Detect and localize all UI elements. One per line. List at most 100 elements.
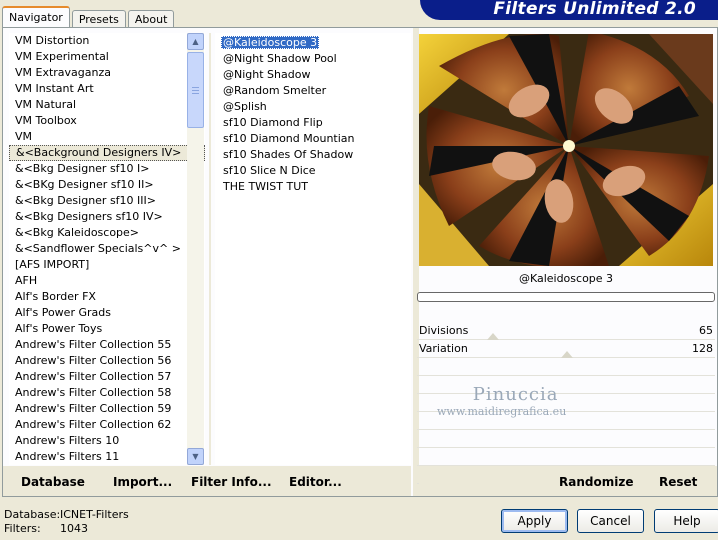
effect-item-label: THE TWIST TUT <box>223 180 308 193</box>
category-item[interactable]: VM <box>9 129 205 145</box>
param-label: Divisions <box>419 324 469 337</box>
category-item[interactable]: VM Toolbox <box>9 113 205 129</box>
param-empty <box>417 448 715 466</box>
effect-item-label: @Kaleidoscope 3 <box>221 36 320 49</box>
effect-item-label: sf10 Diamond Flip <box>223 116 323 129</box>
randomize-button[interactable]: Randomize <box>559 475 633 489</box>
effect-item[interactable]: sf10 Slice N Dice <box>215 163 411 179</box>
watermark: Pinuccia www.maidiregrafica.eu <box>437 384 566 418</box>
watermark-title: Pinuccia <box>472 384 559 405</box>
tab-bar: Navigator Presets About <box>2 6 176 28</box>
category-item[interactable]: Alf's Power Toys <box>9 321 205 337</box>
category-item[interactable]: Andrew's Filter Collection 58 <box>9 385 205 401</box>
cancel-button[interactable]: Cancel <box>577 509 644 533</box>
category-scrollbar[interactable]: ▲ ▼ <box>187 33 204 465</box>
app-title: Filters Unlimited 2.0 <box>493 0 696 19</box>
effect-item-label: sf10 Shades Of Shadow <box>223 148 354 161</box>
param-value: 128 <box>692 342 713 355</box>
effect-item-label: sf10 Slice N Dice <box>223 164 316 177</box>
effect-item[interactable]: @Kaleidoscope 3 <box>215 35 411 51</box>
category-item[interactable]: Alf's Border FX <box>9 289 205 305</box>
reset-button[interactable]: Reset <box>659 475 697 489</box>
category-item[interactable]: Andrew's Filters 11 <box>9 449 205 465</box>
category-item[interactable]: &<Sandflower Specials^v^ > <box>9 241 205 257</box>
category-item[interactable]: AFH <box>9 273 205 289</box>
category-item[interactable]: &<BKg Designer sf10 II> <box>9 177 205 193</box>
effect-list: @Kaleidoscope 3 @Night Shadow Pool @Night … <box>215 33 411 195</box>
category-item[interactable]: VM Distortion <box>9 33 205 49</box>
filter-info-button[interactable]: Filter Info... <box>191 475 272 489</box>
progress-bar <box>417 292 715 302</box>
effect-item[interactable]: sf10 Diamond Mountian <box>215 131 411 147</box>
navigator-toolbar: Database Import... Filter Info... Editor… <box>3 466 411 496</box>
status-filters-value: 1043 <box>60 522 88 535</box>
import-button[interactable]: Import... <box>113 475 172 489</box>
category-item[interactable]: Alf's Power Grads <box>9 305 205 321</box>
kaleidoscope-preview <box>419 34 713 266</box>
category-item[interactable]: &<Bkg Kaleidoscope> <box>9 225 205 241</box>
editor-button[interactable]: Editor... <box>289 475 342 489</box>
watermark-url: www.maidiregrafica.eu <box>437 405 567 418</box>
navigator-panel: VM Distortion VM Experimental VM Extravaga… <box>2 27 718 497</box>
effect-item[interactable]: sf10 Shades Of Shadow <box>215 147 411 163</box>
effect-item[interactable]: @Night Shadow <box>215 67 411 83</box>
status-database-value: ICNET-Filters <box>60 508 129 521</box>
tab-about[interactable]: About <box>127 10 175 28</box>
status-database-label: Database: <box>4 508 61 521</box>
chevron-up-icon: ▲ <box>192 37 199 46</box>
category-list: VM Distortion VM Experimental VM Extravaga… <box>9 33 205 465</box>
chevron-down-icon: ▼ <box>192 452 199 461</box>
preview-image <box>419 34 713 266</box>
effect-item-label: sf10 Diamond Mountian <box>223 132 355 145</box>
scroll-down-button[interactable]: ▼ <box>187 448 204 465</box>
status-filters-label: Filters: <box>4 522 41 535</box>
category-item[interactable]: &<Background Designers IV> <box>9 145 205 161</box>
preview-toolbar: Randomize Reset <box>419 466 717 496</box>
tab-navigator[interactable]: Navigator <box>2 6 70 28</box>
category-item[interactable]: VM Natural <box>9 97 205 113</box>
category-item[interactable]: &<Bkg Designers sf10 IV> <box>9 209 205 225</box>
slider-marker[interactable] <box>487 333 499 340</box>
category-item[interactable]: VM Experimental <box>9 49 205 65</box>
param-empty <box>417 358 715 376</box>
category-item[interactable]: Andrew's Filter Collection 56 <box>9 353 205 369</box>
category-item[interactable]: Andrew's Filters 10 <box>9 433 205 449</box>
effect-list-pane: @Kaleidoscope 3 @Night Shadow Pool @Night … <box>215 33 411 465</box>
effect-item[interactable]: @Splish <box>215 99 411 115</box>
preview-caption: @Kaleidoscope 3 <box>518 272 614 285</box>
param-variation[interactable]: Variation 128 <box>417 340 715 358</box>
effect-item[interactable]: @Night Shadow Pool <box>215 51 411 67</box>
effect-item-label: @Random Smelter <box>223 84 327 97</box>
category-item[interactable]: [AFS IMPORT] <box>9 257 205 273</box>
effect-item-label: @Night Shadow <box>223 68 311 81</box>
param-label: Variation <box>419 342 468 355</box>
help-button[interactable]: Help <box>654 509 718 533</box>
app-banner: Filters Unlimited 2.0 <box>420 0 718 20</box>
category-item[interactable]: VM Instant Art <box>9 81 205 97</box>
category-item[interactable]: Andrew's Filter Collection 55 <box>9 337 205 353</box>
category-list-pane: VM Distortion VM Experimental VM Extravaga… <box>9 33 205 465</box>
tab-presets[interactable]: Presets <box>71 10 126 28</box>
param-value: 65 <box>699 324 713 337</box>
category-item[interactable]: &<Bkg Designer sf10 I> <box>9 161 205 177</box>
param-empty <box>417 430 715 448</box>
effect-item[interactable]: @Random Smelter <box>215 83 411 99</box>
slider-marker[interactable] <box>561 351 573 358</box>
effect-item[interactable]: THE TWIST TUT <box>215 179 411 195</box>
effect-item-label: @Night Shadow Pool <box>223 52 337 65</box>
category-item[interactable]: Andrew's Filter Collection 57 <box>9 369 205 385</box>
category-item[interactable]: Andrew's Filter Collection 59 <box>9 401 205 417</box>
category-item[interactable]: Andrew's Filter Collection 62 <box>9 417 205 433</box>
scroll-thumb[interactable] <box>187 52 204 128</box>
effect-item-label: @Splish <box>223 100 267 113</box>
category-item[interactable]: VM Extravaganza <box>9 65 205 81</box>
apply-button[interactable]: Apply <box>501 509 568 533</box>
param-divisions[interactable]: Divisions 65 <box>417 322 715 340</box>
database-button[interactable]: Database <box>21 475 85 489</box>
pane-divider[interactable] <box>209 33 211 465</box>
scroll-up-button[interactable]: ▲ <box>187 33 204 50</box>
status-area: Database: ICNET-Filters Filters: 1043 <box>4 508 129 536</box>
category-item[interactable]: &<Bkg Designer sf10 III> <box>9 193 205 209</box>
effect-item[interactable]: sf10 Diamond Flip <box>215 115 411 131</box>
grip-icon <box>192 86 199 94</box>
